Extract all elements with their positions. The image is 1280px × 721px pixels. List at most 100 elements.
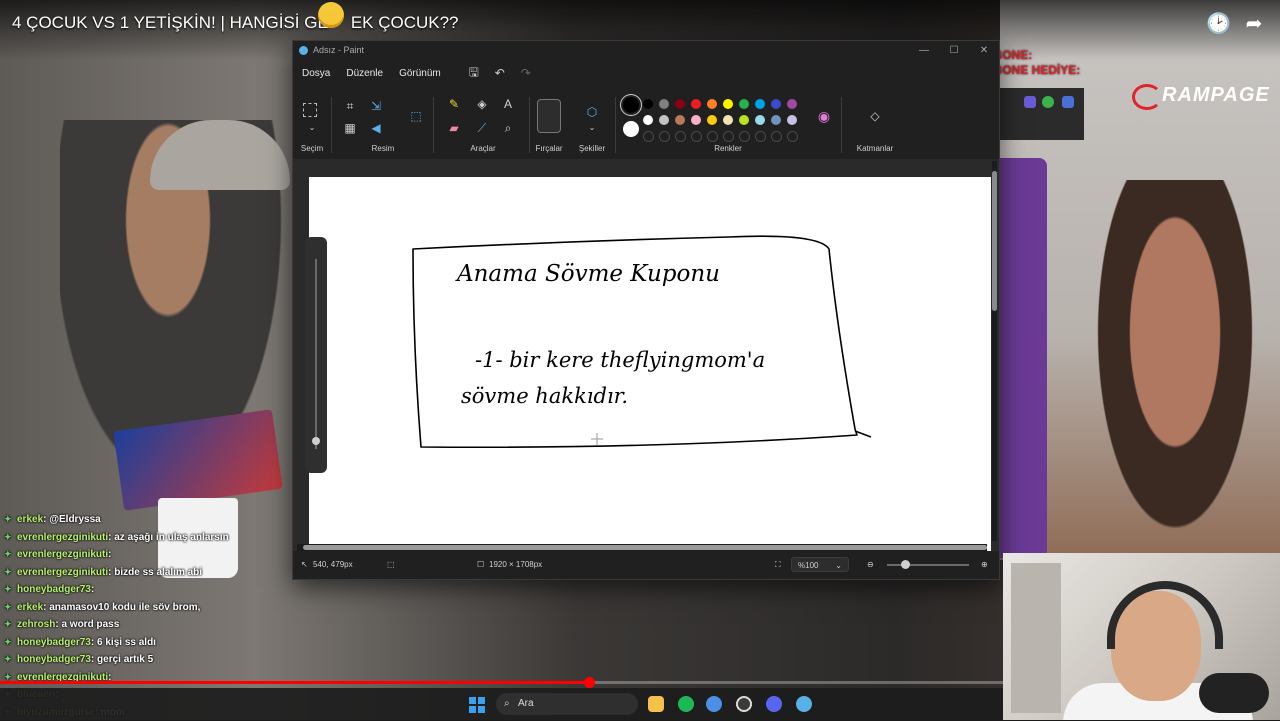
zoom-slider-knob[interactable] (312, 437, 320, 445)
menu-view[interactable]: Görünüm (399, 68, 451, 79)
crop-icon[interactable]: ⌗ (341, 97, 359, 115)
taskbar-search[interactable]: ⌕ Ara (496, 693, 638, 715)
watch-later-icon[interactable]: 🕑 (1206, 12, 1230, 36)
custom-color-slot[interactable] (707, 131, 718, 142)
color-swatch[interactable] (691, 115, 701, 125)
progress-scrubber[interactable] (584, 677, 595, 688)
save-icon[interactable]: 🖫 (465, 63, 483, 84)
chat-username[interactable]: evrenlergezginikuti (17, 532, 108, 543)
chat-username[interactable]: zehrosh (17, 619, 55, 630)
rotate-icon[interactable]: ▦ (341, 119, 359, 137)
primary-color-swatch[interactable] (623, 97, 639, 113)
custom-color-slot[interactable] (787, 131, 798, 142)
color-swatch[interactable] (691, 99, 701, 109)
spotify-icon[interactable] (678, 696, 694, 712)
redo-icon[interactable]: ↷ (517, 66, 535, 80)
text-icon[interactable]: A (499, 95, 517, 113)
share-icon[interactable]: ➦ (1242, 12, 1266, 36)
vertical-scroll-thumb[interactable] (992, 171, 997, 311)
chat-username[interactable]: evrenlergezginikuti (17, 549, 108, 560)
chevron-down-icon[interactable]: ⌄ (303, 119, 321, 137)
chevron-down-icon[interactable]: ⌄ (583, 119, 601, 137)
custom-color-slot[interactable] (723, 131, 734, 142)
video-progress-bar[interactable] (0, 681, 1003, 684)
file-explorer-icon[interactable] (648, 696, 664, 712)
drawing-canvas[interactable]: Anama Sövme Kuponu -1- bir kere theflyin… (309, 177, 991, 551)
color-swatch[interactable] (675, 115, 685, 125)
canvas-zoom-slider[interactable] (305, 237, 327, 473)
magnifier-icon[interactable]: ⌕ (499, 119, 517, 137)
chevron-down-icon: ⌄ (835, 558, 842, 573)
fill-icon[interactable]: ◈ (473, 95, 491, 113)
chat-username[interactable]: erkek (17, 514, 43, 525)
zoom-bar[interactable] (887, 564, 969, 566)
color-picker-icon[interactable]: ⟋ (473, 119, 491, 137)
windows-taskbar: ⌕ Ara (0, 688, 1003, 720)
color-swatch[interactable] (739, 115, 749, 125)
image-select-icon[interactable]: ⬚ (407, 107, 425, 125)
zoom-bar-knob[interactable] (901, 560, 910, 569)
custom-color-slot[interactable] (739, 131, 750, 142)
chat-username[interactable]: honeybadger73 (17, 637, 91, 648)
custom-color-slot[interactable] (755, 131, 766, 142)
undo-icon[interactable]: ↶ (491, 66, 509, 80)
color-swatch[interactable] (739, 99, 749, 109)
obs-icon[interactable] (736, 696, 752, 712)
layers-icon[interactable]: ◇ (866, 107, 884, 125)
secondary-color-swatch[interactable] (623, 121, 639, 137)
custom-color-slot[interactable] (675, 131, 686, 142)
color-swatch[interactable] (675, 99, 685, 109)
color-swatch[interactable] (771, 115, 781, 125)
chrome-icon[interactable] (706, 696, 722, 712)
chat-username[interactable]: honeybadger73 (17, 654, 91, 665)
color-swatch[interactable] (771, 99, 781, 109)
zoom-out-icon[interactable]: ⊖ (867, 560, 874, 569)
custom-color-slot[interactable] (659, 131, 670, 142)
close-icon[interactable]: ✕ (969, 45, 999, 56)
chat-username[interactable]: honeybadger73 (17, 584, 91, 595)
color-swatch[interactable] (755, 115, 765, 125)
group-label-colors: Renkler (617, 144, 839, 153)
vertical-scrollbar[interactable] (992, 161, 997, 541)
eraser-icon[interactable]: ▰ (445, 119, 463, 137)
menu-edit[interactable]: Düzenle (346, 68, 393, 79)
color-swatch[interactable] (659, 115, 669, 125)
extension-icon[interactable] (1024, 96, 1036, 108)
chat-username[interactable]: evrenlergezginikuti (17, 567, 108, 578)
flip-icon[interactable]: ◀ (367, 119, 385, 137)
horizontal-scroll-thumb[interactable] (303, 545, 987, 550)
windows-start-icon[interactable] (469, 697, 485, 713)
profile-icon[interactable] (1042, 96, 1054, 108)
pencil-icon[interactable]: ✎ (445, 95, 463, 113)
color-swatch[interactable] (643, 99, 653, 109)
progress-fill (0, 681, 589, 684)
color-swatch[interactable] (707, 99, 717, 109)
custom-color-slot[interactable] (643, 131, 654, 142)
brush-icon[interactable] (537, 99, 561, 133)
chat-message: ✦erkek : @Eldryssa (0, 511, 320, 529)
color-swatch[interactable] (659, 99, 669, 109)
color-swatch[interactable] (723, 99, 733, 109)
paint-taskbar-icon[interactable] (796, 696, 812, 712)
maximize-icon[interactable]: ☐ (939, 45, 969, 56)
zoom-in-icon[interactable]: ⊕ (981, 560, 988, 569)
color-swatch[interactable] (755, 99, 765, 109)
color-swatch[interactable] (787, 99, 797, 109)
edit-colors-icon[interactable]: ◉ (815, 107, 833, 125)
color-swatch[interactable] (707, 115, 717, 125)
color-swatch[interactable] (723, 115, 733, 125)
zoom-dropdown[interactable]: %100⌄ (791, 557, 849, 572)
menu-icon[interactable] (1062, 96, 1074, 108)
fit-to-window-icon[interactable]: ⛶ (775, 560, 781, 570)
color-swatch[interactable] (643, 115, 653, 125)
menu-file[interactable]: Dosya (302, 68, 340, 79)
selection-icon[interactable] (303, 103, 317, 117)
discord-icon[interactable] (766, 696, 782, 712)
horizontal-scrollbar[interactable] (297, 544, 987, 551)
custom-color-slot[interactable] (691, 131, 702, 142)
custom-color-slot[interactable] (771, 131, 782, 142)
resize-icon[interactable]: ⇲ (367, 97, 385, 115)
chat-username[interactable]: erkek (17, 602, 43, 613)
color-swatch[interactable] (787, 115, 797, 125)
minimize-icon[interactable]: — (909, 45, 939, 56)
